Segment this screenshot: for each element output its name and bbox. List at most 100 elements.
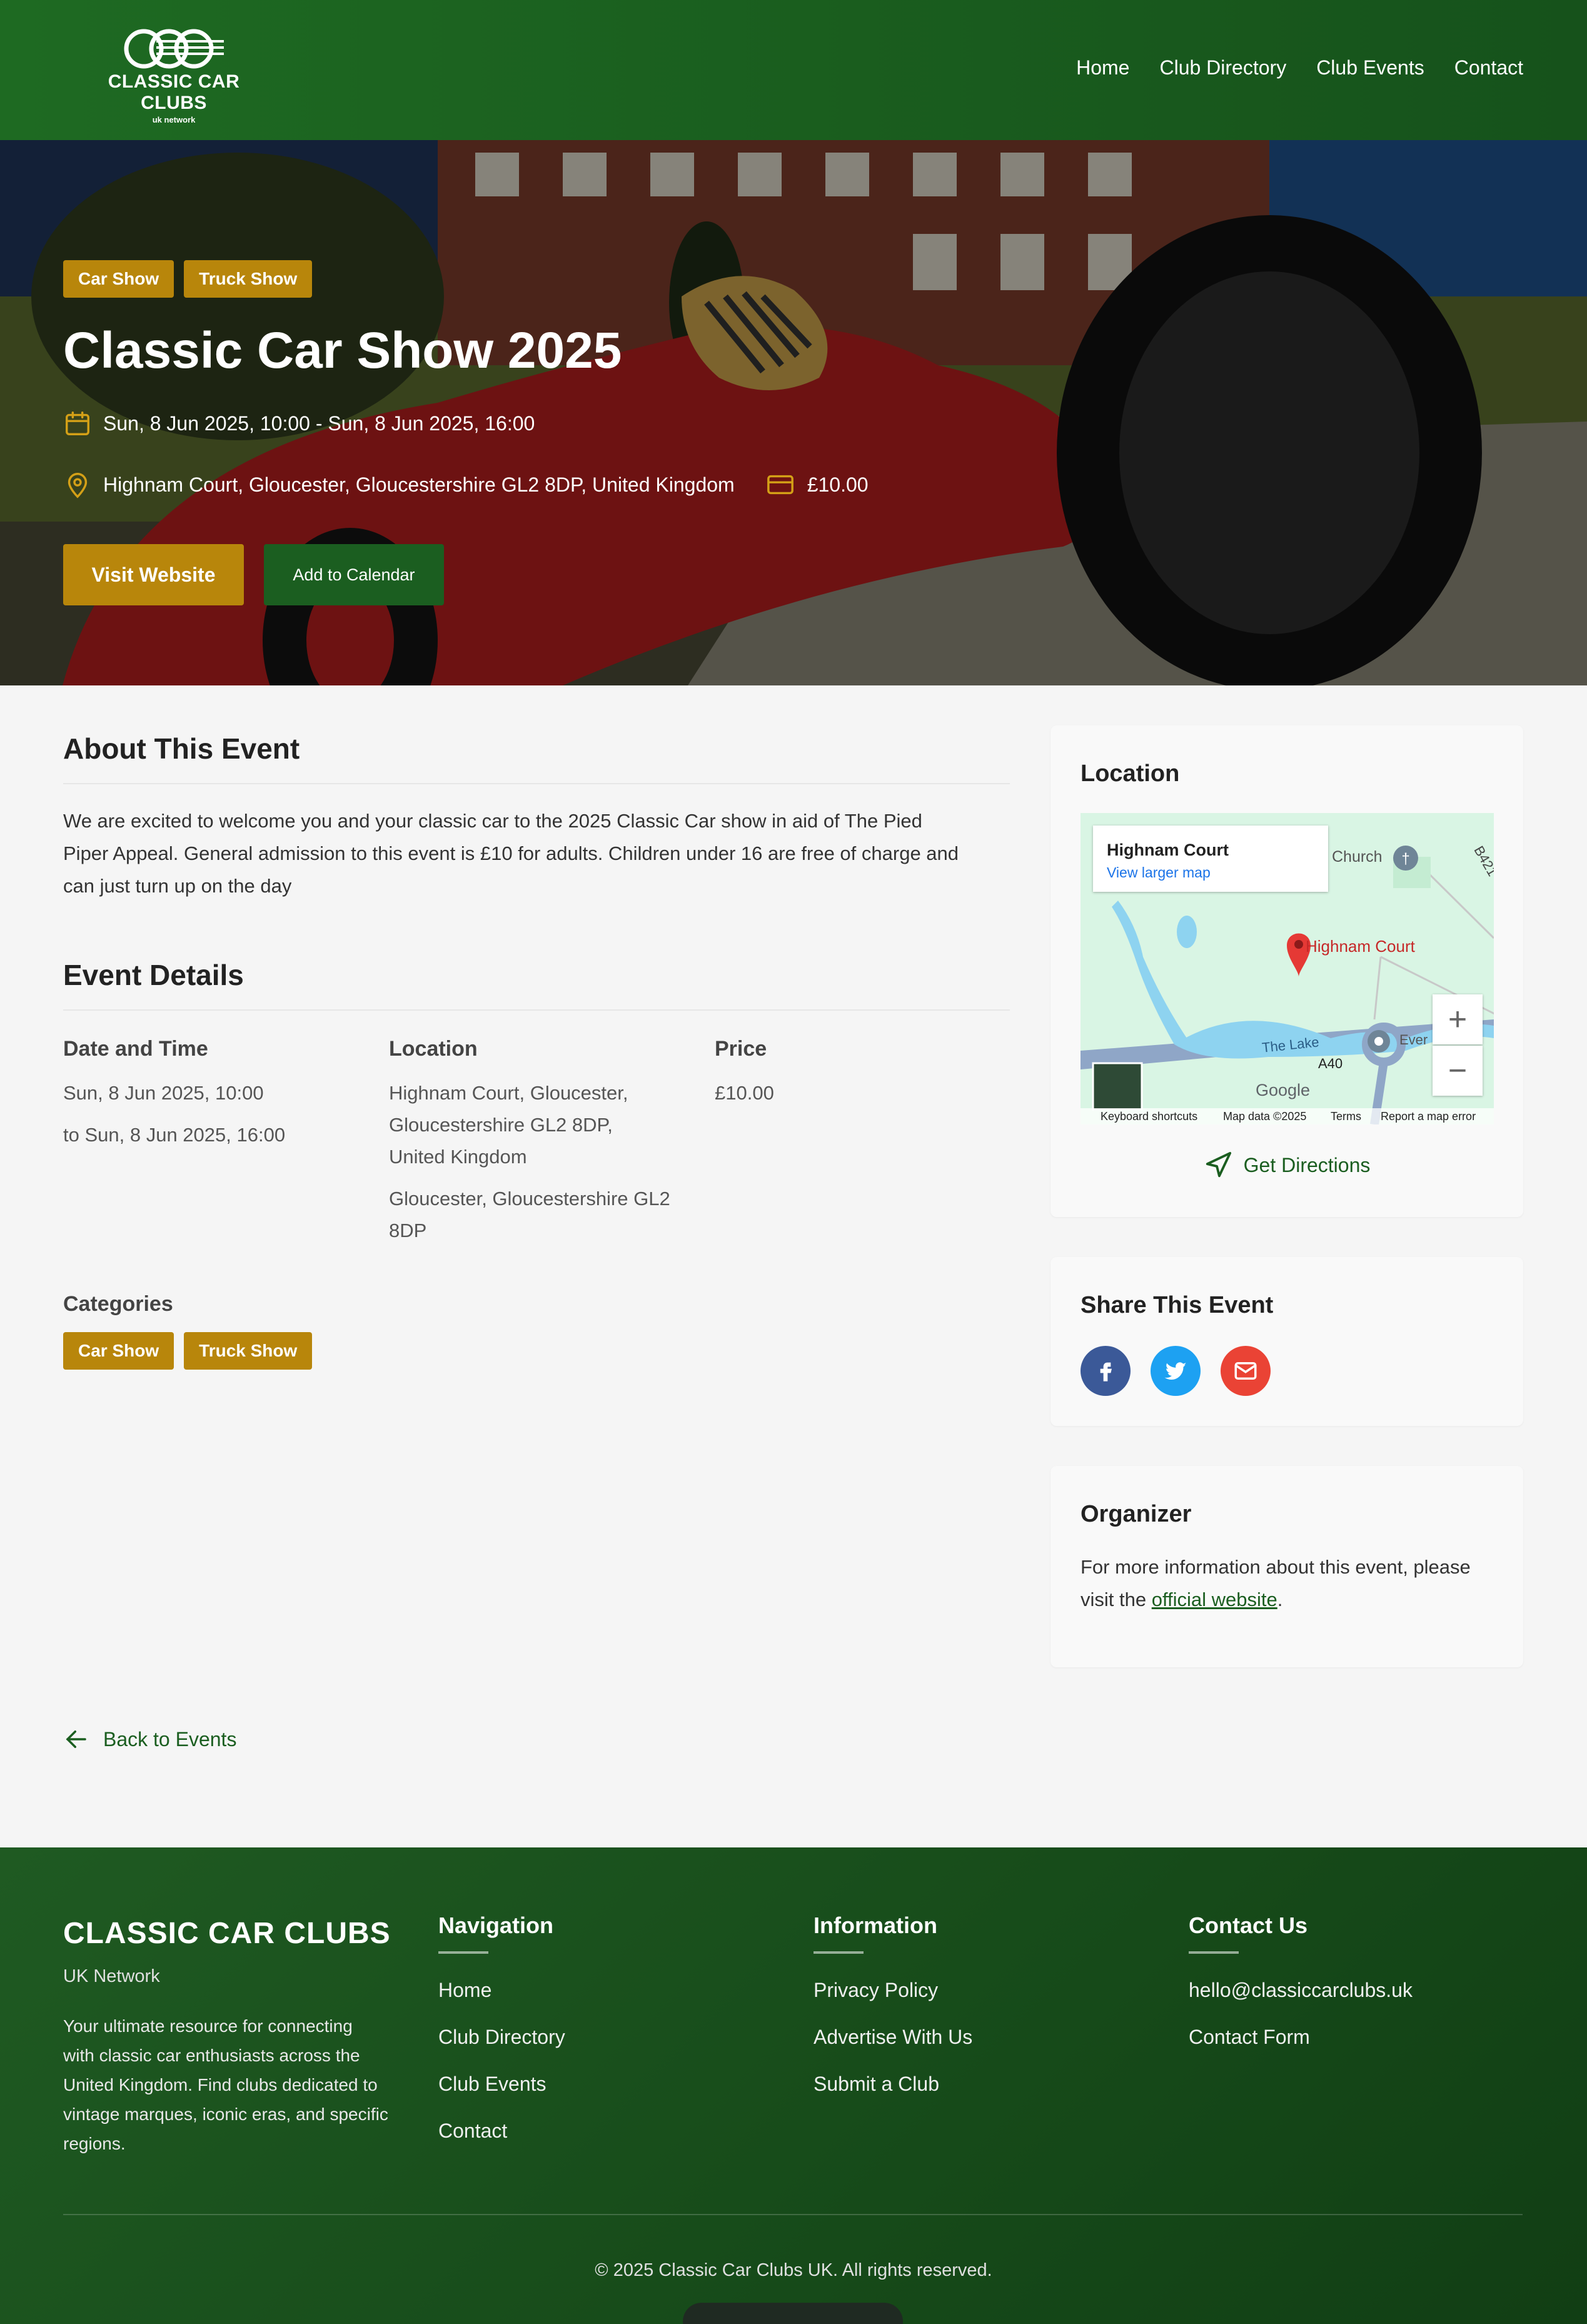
site-logo[interactable]: CLASSIC CAR CLUBS uk network bbox=[74, 26, 274, 124]
organizer-text: For more information about this event, p… bbox=[1081, 1551, 1506, 1616]
google-logo: Google bbox=[1256, 1081, 1311, 1099]
facebook-share-button[interactable] bbox=[1081, 1346, 1131, 1396]
category-tags: Car Show Truck Show bbox=[63, 1332, 313, 1370]
map-terms-link[interactable]: Terms bbox=[1331, 1110, 1361, 1123]
date-start: Sun, 8 Jun 2025, 10:00 bbox=[63, 1082, 264, 1104]
nav-club-directory[interactable]: Club Directory bbox=[1159, 56, 1286, 79]
site-footer: CLASSIC CAR CLUBS UK Network Your ultima… bbox=[0, 1847, 1587, 2324]
logo-emblem-icon bbox=[124, 29, 224, 69]
footer-description: Your ultimate resource for connecting wi… bbox=[63, 2016, 388, 2153]
add-to-calendar-button[interactable]: Add to Calendar bbox=[264, 544, 444, 605]
footer-link-privacy-policy[interactable]: Privacy Policy bbox=[814, 1979, 938, 2002]
twitter-icon bbox=[1164, 1362, 1187, 1380]
map-zoom-in-button[interactable]: + bbox=[1433, 994, 1483, 1044]
location-heading: Location bbox=[389, 1037, 478, 1061]
location-line: Highnam Court, Gloucester, bbox=[389, 1082, 628, 1104]
location-pin-icon bbox=[68, 473, 88, 498]
main-nav: Home Club Directory Club Events Contact bbox=[1076, 56, 1523, 79]
tag-truck-show[interactable]: Truck Show bbox=[184, 260, 313, 298]
view-larger-map-link[interactable]: View larger map bbox=[1107, 864, 1211, 881]
visit-website-button[interactable]: Visit Website bbox=[63, 544, 244, 605]
footer-brand: CLASSIC CAR CLUBS bbox=[63, 1917, 391, 1950]
event-hero: Car Show Truck Show Classic Car Show 202… bbox=[0, 140, 1587, 685]
event-datetime-text: Sun, 8 Jun 2025, 10:00 - Sun, 8 Jun 2025… bbox=[103, 412, 535, 435]
footer-link-club-directory[interactable]: Club Directory bbox=[438, 2026, 565, 2049]
hero-tags: Car Show Truck Show bbox=[63, 260, 313, 298]
footer-link-club-events[interactable]: Club Events bbox=[438, 2073, 547, 2096]
map-place-card: Highnam Court View larger map bbox=[1093, 826, 1328, 892]
date-time-value: Sun, 8 Jun 2025, 10:00 to Sun, 8 Jun 202… bbox=[63, 1077, 285, 1151]
footer-email-link[interactable]: hello@classiccarclubs.uk bbox=[1189, 1979, 1413, 2002]
get-directions-label: Get Directions bbox=[1243, 1153, 1371, 1176]
organizer-period: . bbox=[1277, 1589, 1283, 1610]
location-card-heading: Location bbox=[1081, 760, 1180, 787]
get-directions-link[interactable]: Get Directions bbox=[1050, 1151, 1523, 1180]
category-car-show[interactable]: Car Show bbox=[63, 1332, 174, 1370]
footer-contact-heading: Contact Us bbox=[1189, 1912, 1308, 1938]
credit-card-icon bbox=[767, 475, 794, 495]
nav-club-events[interactable]: Club Events bbox=[1316, 56, 1424, 79]
about-line: can just turn up on the day bbox=[63, 875, 292, 897]
facebook-icon bbox=[1100, 1362, 1112, 1382]
about-heading: About This Event bbox=[63, 732, 300, 765]
embedded-map[interactable]: † Church B421 Highnam Court The Lake A40… bbox=[1081, 813, 1494, 1124]
nav-home[interactable]: Home bbox=[1076, 56, 1129, 79]
about-description: We are excited to welcome you and your c… bbox=[63, 805, 1039, 902]
event-title: Classic Car Show 2025 bbox=[63, 322, 622, 379]
price-heading: Price bbox=[715, 1037, 767, 1061]
footer-information-heading: Information bbox=[814, 1912, 937, 1938]
twitter-share-button[interactable] bbox=[1151, 1346, 1201, 1396]
map-zoom-out-button[interactable]: − bbox=[1433, 1046, 1483, 1096]
event-datetime: Sun, 8 Jun 2025, 10:00 - Sun, 8 Jun 2025… bbox=[63, 409, 535, 438]
navigation-arrow-icon bbox=[1206, 1151, 1231, 1178]
organizer-line: For more information about this event, p… bbox=[1081, 1556, 1471, 1578]
footer-copyright: © 2025 Classic Car Clubs UK. All rights … bbox=[595, 2260, 992, 2280]
map-report-error-link[interactable]: Report a map error bbox=[1381, 1110, 1476, 1123]
date-time-heading: Date and Time bbox=[63, 1037, 208, 1061]
tag-car-show[interactable]: Car Show bbox=[63, 260, 174, 298]
footer-link-home[interactable]: Home bbox=[438, 1979, 491, 2002]
map-label-place: Highnam Court bbox=[1306, 937, 1415, 956]
organizer-card: Organizer For more information about thi… bbox=[1050, 1466, 1523, 1667]
event-address-text: Highnam Court, Gloucester, Gloucestershi… bbox=[103, 473, 735, 496]
logo-title: CLASSIC CAR CLUBS bbox=[108, 71, 240, 113]
location-line: Gloucester, Gloucestershire GL2 bbox=[389, 1188, 670, 1210]
footer-heading-underline bbox=[438, 1951, 488, 1954]
footer-heading-underline bbox=[814, 1951, 864, 1954]
categories-heading: Categories bbox=[63, 1292, 173, 1316]
logo-subtitle: uk network bbox=[152, 115, 196, 124]
map-label-ever: Ever bbox=[1399, 1032, 1428, 1048]
event-address: Highnam Court, Gloucester, Gloucestershi… bbox=[63, 470, 869, 499]
organizer-prefix: visit the bbox=[1081, 1589, 1147, 1610]
price-value: £10.00 bbox=[715, 1082, 774, 1104]
footer-link-contact[interactable]: Contact bbox=[438, 2119, 507, 2143]
footer-link-advertise[interactable]: Advertise With Us bbox=[814, 2026, 972, 2049]
footer-subtitle: UK Network bbox=[63, 1966, 160, 1986]
share-card: Share This Event bbox=[1050, 1257, 1523, 1426]
svg-text:†: † bbox=[1401, 851, 1409, 867]
calendar-icon bbox=[66, 412, 89, 435]
map-keyboard-shortcuts[interactable]: Keyboard shortcuts bbox=[1101, 1110, 1197, 1123]
nav-contact[interactable]: Contact bbox=[1454, 56, 1523, 79]
location-line: Gloucestershire GL2 8DP, bbox=[389, 1114, 613, 1136]
back-to-events-link[interactable]: Back to Events bbox=[63, 1726, 236, 1752]
arrow-left-icon bbox=[66, 1730, 86, 1748]
date-end: to Sun, 8 Jun 2025, 16:00 bbox=[63, 1124, 286, 1146]
organizer-heading: Organizer bbox=[1081, 1501, 1192, 1527]
footer-navigation-heading: Navigation bbox=[438, 1912, 554, 1938]
location-line: United Kingdom bbox=[389, 1146, 527, 1168]
email-icon bbox=[1234, 1362, 1257, 1380]
email-share-button[interactable] bbox=[1221, 1346, 1271, 1396]
category-truck-show[interactable]: Truck Show bbox=[184, 1332, 313, 1370]
event-price-text: £10.00 bbox=[807, 473, 869, 496]
official-website-link[interactable]: official website bbox=[1152, 1589, 1277, 1610]
footer-divider bbox=[63, 2214, 1523, 2215]
map-label-a40: A40 bbox=[1318, 1056, 1343, 1071]
location-card: Location † Church B421 Highnam Court The… bbox=[1050, 725, 1523, 1217]
footer-contact-form-link[interactable]: Contact Form bbox=[1189, 2026, 1310, 2049]
map-label-church: Church bbox=[1332, 848, 1383, 866]
footer-link-submit-club[interactable]: Submit a Club bbox=[814, 2073, 939, 2096]
floating-toolbar[interactable] bbox=[683, 2303, 903, 2324]
details-divider bbox=[63, 1009, 1010, 1011]
map-place-name: Highnam Court bbox=[1107, 841, 1229, 859]
